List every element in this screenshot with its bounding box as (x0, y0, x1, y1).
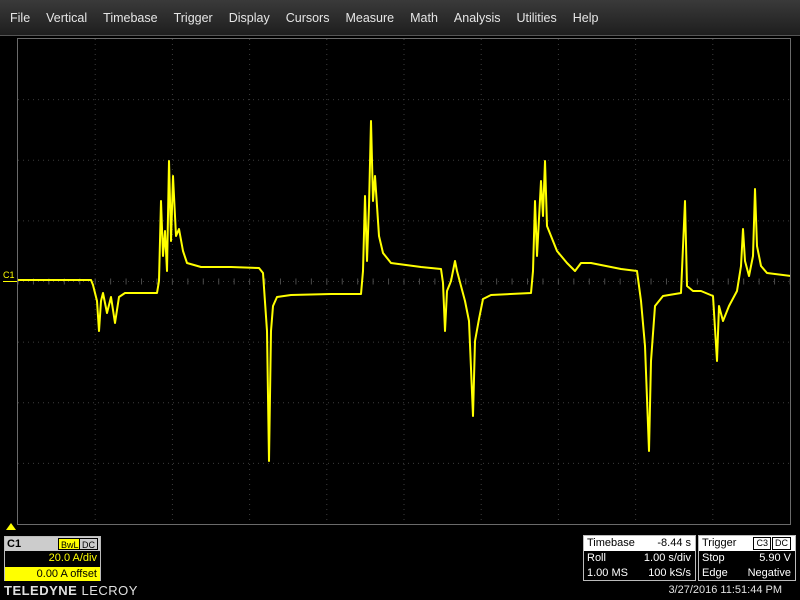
timebase-descriptor[interactable]: Timebase -8.44 s Roll 1.00 s/div 1.00 MS… (583, 535, 696, 581)
menu-measure[interactable]: Measure (337, 0, 402, 36)
trigger-level-marker-icon (6, 523, 16, 530)
channel-offset-line (3, 281, 17, 282)
timebase-points: 1.00 MS (587, 567, 628, 579)
timebase-sampling-row: 1.00 MS 100 kS/s (584, 566, 695, 581)
menu-help[interactable]: Help (565, 0, 607, 36)
brand-part1: TELEDYNE (4, 583, 78, 598)
timebase-header: Timebase -8.44 s (584, 536, 695, 551)
channel-marker-c1[interactable]: C1 (3, 270, 15, 280)
channel-name: C1 (7, 538, 22, 550)
menu-cursors[interactable]: Cursors (278, 0, 338, 36)
timebase-rate: 100 kS/s (648, 567, 691, 579)
trigger-source-tag: C3 (753, 537, 771, 550)
menu-vertical[interactable]: Vertical (38, 0, 95, 36)
trigger-type-row: Edge Negative (699, 566, 795, 581)
menu-display[interactable]: Display (221, 0, 278, 36)
brand-part2: LECROY (81, 583, 138, 598)
timestamp: 3/27/2016 11:51:44 PM (668, 584, 782, 596)
timebase-delay: -8.44 s (657, 537, 691, 549)
trigger-level: 5.90 V (759, 552, 791, 564)
trigger-descriptor[interactable]: Trigger C3 DC Stop 5.90 V Edge Negative (698, 535, 796, 581)
trigger-slope: Negative (747, 567, 791, 579)
channel-descriptor-c1[interactable]: C1 BwL DC 20.0 A/div 0.00 A offset (4, 536, 101, 581)
timebase-per-div: 1.00 s/div (643, 552, 691, 564)
menu-bar: File Vertical Timebase Trigger Display C… (0, 0, 800, 36)
menu-analysis[interactable]: Analysis (446, 0, 509, 36)
trigger-coupling-tag: DC (772, 537, 791, 550)
vertical-scale: 20.0 A/div (48, 552, 97, 564)
menu-trigger[interactable]: Trigger (166, 0, 221, 36)
coupling-tag: DC (79, 538, 98, 550)
timebase-label: Timebase (587, 537, 635, 549)
trigger-header: Trigger C3 DC (699, 536, 795, 551)
menu-timebase[interactable]: Timebase (95, 0, 165, 36)
menu-math[interactable]: Math (402, 0, 446, 36)
waveform-display[interactable] (17, 38, 791, 525)
graticule (18, 39, 790, 524)
trigger-state-row: Stop 5.90 V (699, 551, 795, 566)
bandwidth-limit-tag: BwL (58, 538, 82, 550)
trigger-state: Stop (702, 552, 725, 564)
trigger-label: Trigger (702, 537, 737, 549)
vertical-offset: 0.00 A offset (36, 568, 97, 580)
timebase-mode: Roll (587, 552, 606, 564)
timebase-mode-row: Roll 1.00 s/div (584, 551, 695, 566)
brand-logo: TELEDYNE LECROY (4, 583, 138, 598)
menu-file[interactable]: File (2, 0, 38, 36)
channel-descriptor-header: C1 BwL DC (5, 537, 100, 551)
menu-utilities[interactable]: Utilities (508, 0, 564, 36)
trigger-type: Edge (702, 567, 728, 579)
